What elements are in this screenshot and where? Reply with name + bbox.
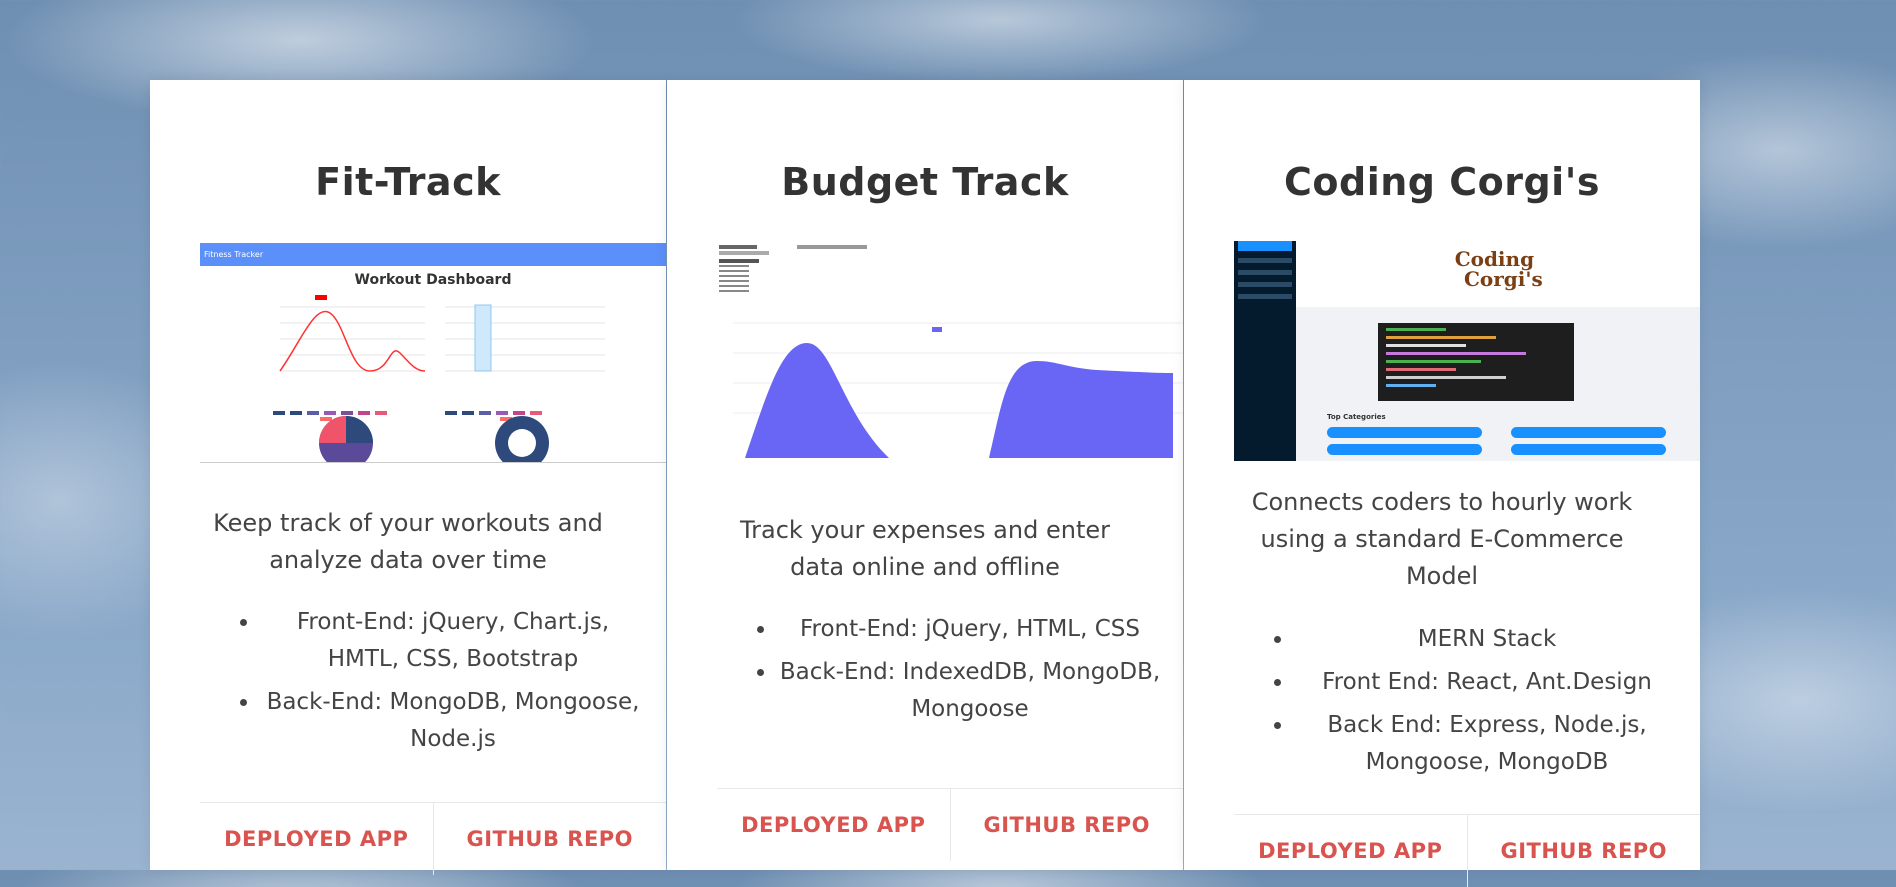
screenshot-area-chart [733, 322, 1183, 458]
tech-item: Front-End: jQuery, HTML, CSS [777, 611, 1163, 648]
code-image [1378, 323, 1574, 401]
project-screenshot: Fitness Tracker Workout Dashboard [200, 243, 666, 463]
tech-item: Back-End: MongoDB, Mongoose, Node.js [260, 684, 646, 758]
tech-item: MERN Stack [1294, 621, 1680, 658]
project-description: Keep track of your workouts and analyze … [213, 509, 603, 574]
category-button [1327, 444, 1482, 455]
project-title: Fit-Track [315, 160, 501, 204]
card-footer: DEPLOYED APP GITHUB REPO [1234, 814, 1700, 887]
deployed-app-link[interactable]: DEPLOYED APP [200, 803, 433, 875]
tech-list: Front-End: jQuery, Chart.js, HMTL, CSS, … [200, 604, 646, 764]
tech-item: Front End: React, Ant.Design [1294, 664, 1680, 701]
deployed-app-link[interactable]: DEPLOYED APP [717, 789, 950, 861]
project-screenshot [717, 243, 1183, 463]
project-screenshot: Coding Corgi's Top Categories [1234, 241, 1700, 461]
github-repo-link[interactable]: GITHUB REPO [1466, 815, 1701, 887]
screenshot-form [717, 243, 1183, 297]
category-button [1511, 427, 1666, 438]
project-description: Connects coders to hourly work using a s… [1251, 488, 1633, 590]
github-repo-link[interactable]: GITHUB REPO [432, 803, 667, 875]
project-description: Track your expenses and enter data onlin… [740, 516, 1110, 581]
screenshot-navbar: Fitness Tracker [200, 243, 666, 266]
top-categories-label: Top Categories [1327, 413, 1386, 421]
tech-list: Front-End: jQuery, HTML, CSS Back-End: I… [717, 611, 1163, 734]
project-title: Budget Track [781, 160, 1069, 204]
tech-list: MERN Stack Front End: React, Ant.Design … [1234, 621, 1680, 787]
screenshot-charts [273, 295, 605, 463]
card-footer: DEPLOYED APP GITHUB REPO [717, 788, 1183, 861]
project-card-budget-track: Budget Track Track your expenses and ent… [667, 80, 1183, 870]
project-card-fit-track: Fit-Track Fitness Tracker Workout Dashbo… [150, 80, 666, 875]
screenshot-sidebar [1234, 241, 1296, 461]
corgi-logo: Coding Corgi's [1454, 247, 1543, 291]
tech-item: Back End: Express, Node.js, Mongoose, Mo… [1294, 707, 1680, 781]
tech-item: Front-End: jQuery, Chart.js, HMTL, CSS, … [260, 604, 646, 678]
card-footer: DEPLOYED APP GITHUB REPO [200, 802, 666, 875]
tech-item: Back-End: IndexedDB, MongoDB, Mongoose [777, 654, 1163, 728]
category-button [1511, 444, 1666, 455]
category-button [1327, 427, 1482, 438]
deployed-app-link[interactable]: DEPLOYED APP [1234, 815, 1467, 887]
projects-row: Fit-Track Fitness Tracker Workout Dashbo… [150, 80, 1700, 887]
project-card-coding-corgis: Coding Corgi's Coding Corgi's Top Catego… [1184, 80, 1700, 887]
github-repo-link[interactable]: GITHUB REPO [949, 789, 1184, 861]
screenshot-main: Coding Corgi's Top Categories [1296, 241, 1700, 461]
project-title: Coding Corgi's [1284, 160, 1600, 204]
